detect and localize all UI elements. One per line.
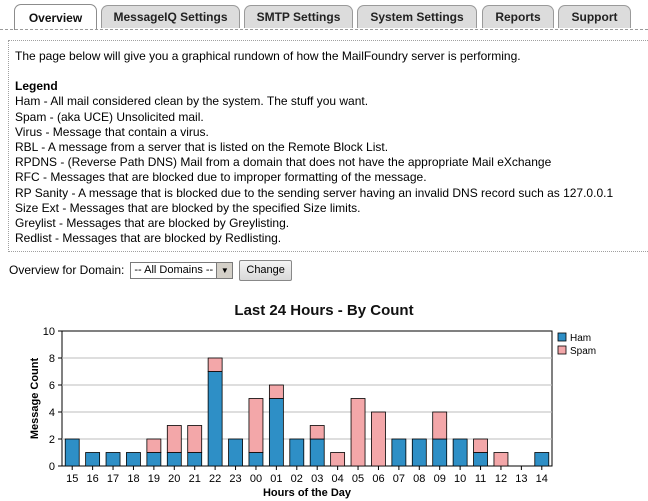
x-tick-label: 17	[107, 473, 119, 485]
x-tick-label: 18	[127, 473, 139, 485]
legend-item-rfc: RFC - Messages that are blocked due to i…	[15, 170, 427, 185]
y-tick-label: 2	[49, 434, 55, 446]
bar-ham-16	[85, 452, 101, 467]
bar-ham-08	[411, 438, 427, 467]
bar-ham-23	[228, 438, 243, 467]
change-button[interactable]: Change	[239, 259, 292, 281]
legend-item-greylist: Greylist - Messages that are blocked by …	[15, 216, 290, 231]
x-tick-label: 23	[229, 473, 241, 485]
legend-item-redlist: Redlist - Messages that are blocked by R…	[15, 231, 282, 246]
bar-spam-00	[248, 398, 264, 453]
tab-reports[interactable]: Reports	[482, 5, 554, 28]
bar-ham-00	[248, 452, 264, 467]
x-tick-label: 00	[250, 473, 262, 485]
bar-ham-01	[268, 398, 284, 467]
x-tick-label: 10	[454, 473, 466, 485]
x-tick-label: 22	[209, 473, 221, 485]
bar-ham-21	[187, 452, 203, 467]
bar-ham-10	[452, 438, 468, 467]
bar-spam-19	[146, 438, 162, 453]
x-tick-label: 04	[332, 473, 344, 485]
bar-ham-20	[166, 452, 182, 467]
intro-text: The page below will give you a graphical…	[15, 49, 521, 63]
bar-ham-02	[289, 438, 305, 467]
bar-chart: 024681015 16 17 18 19 20 21 22 23 00 01 02 03 04 05 06 0…	[29, 326, 596, 499]
info-panel: The page below will give you a graphical…	[8, 40, 648, 252]
domain-filter-label: Overview for Domain:	[9, 263, 125, 277]
x-tick-label: 21	[189, 473, 201, 485]
bar-spam-21	[187, 425, 203, 453]
x-tick-label: 19	[148, 473, 160, 485]
tab-overview[interactable]: Overview	[14, 4, 97, 30]
bar-ham-03	[309, 438, 325, 467]
legend-swatch-spam	[557, 345, 567, 355]
legend-item-rpdns: RPDNS - (Reverse Path DNS) Mail from a d…	[15, 155, 552, 170]
tab-bar: Overview MessageIQ Settings SMTP Setting…	[0, 0, 648, 30]
x-tick-label: 07	[393, 473, 405, 485]
tab-system-settings[interactable]: System Settings	[357, 5, 477, 28]
bar-spam-03	[309, 425, 325, 440]
bar-spam-05	[350, 398, 366, 467]
bar-spam-12	[493, 452, 509, 467]
tab-smtp-settings[interactable]: SMTP Settings	[244, 5, 353, 28]
legend-item-spam: Spam - (aka UCE) Unsolicited mail.	[15, 109, 204, 124]
bar-spam-11	[473, 438, 488, 453]
domain-select-value: -- All Domains --	[134, 264, 214, 276]
tab-support[interactable]: Support	[558, 5, 631, 28]
legend-item-rbl: RBL - A message from a server that is li…	[15, 140, 389, 155]
chevron-down-icon[interactable]: ▼	[216, 262, 233, 278]
bar-ham-11	[473, 452, 488, 467]
x-tick-label: 16	[87, 473, 99, 485]
x-tick-label: 14	[536, 473, 548, 485]
y-tick-label: 6	[49, 380, 55, 392]
x-tick-label: 06	[372, 473, 384, 485]
legend-item-ham: Ham - All mail considered clean by the s…	[15, 94, 369, 109]
bar-spam-20	[166, 425, 182, 453]
bar-spam-04	[330, 452, 346, 467]
bar-ham-14	[534, 452, 550, 467]
legend-item-size-ext: Size Ext - Messages that are blocked by …	[15, 200, 361, 215]
legend-label-spam: Spam	[570, 346, 596, 357]
x-tick-label: 08	[413, 473, 425, 485]
x-axis-label: Hours of the Day	[263, 487, 352, 499]
x-tick-label: 15	[66, 473, 78, 485]
bar-ham-19	[146, 452, 162, 467]
y-tick-label: 10	[43, 326, 55, 338]
bar-ham-17	[105, 452, 121, 467]
tab-divider	[0, 29, 648, 30]
bar-spam-09	[432, 411, 448, 440]
x-tick-label: 09	[434, 473, 446, 485]
tab-messageiq-settings[interactable]: MessageIQ Settings	[101, 5, 240, 28]
y-tick-label: 8	[49, 353, 55, 365]
x-tick-label: 02	[291, 473, 303, 485]
x-tick-label: 03	[311, 473, 323, 485]
bar-ham-22	[207, 371, 223, 467]
x-tick-label: 13	[515, 473, 527, 485]
bar-spam-01	[268, 384, 284, 399]
domain-select[interactable]: -- All Domains -- ▼	[130, 261, 234, 279]
y-tick-label: 4	[49, 407, 55, 419]
y-axis-label: Message Count	[29, 358, 41, 440]
x-tick-label: 20	[168, 473, 180, 485]
bar-spam-06	[371, 411, 386, 467]
bar-ham-18	[126, 452, 141, 467]
domain-filter-row: Overview for Domain: -- All Domains -- ▼…	[9, 259, 292, 281]
bar-spam-22	[207, 357, 223, 372]
x-tick-label: 01	[270, 473, 282, 485]
legend-swatch-ham	[557, 332, 567, 342]
y-tick-label: 0	[49, 461, 55, 473]
legend-item-virus: Virus - Message that contain a virus.	[15, 124, 209, 139]
x-tick-label: 05	[352, 473, 364, 485]
legend-item-rp-sanity: RP Sanity - A message that is blocked du…	[15, 185, 614, 200]
legend-title: Legend	[15, 79, 58, 94]
chart-title: Last 24 Hours - By Count	[234, 302, 414, 319]
x-tick-label: 12	[495, 473, 507, 485]
x-tick-label: 11	[475, 473, 486, 485]
bar-ham-09	[432, 438, 448, 467]
bar-ham-07	[391, 438, 407, 467]
bar-ham-15	[64, 438, 80, 467]
legend-label-ham: Ham	[570, 333, 591, 344]
